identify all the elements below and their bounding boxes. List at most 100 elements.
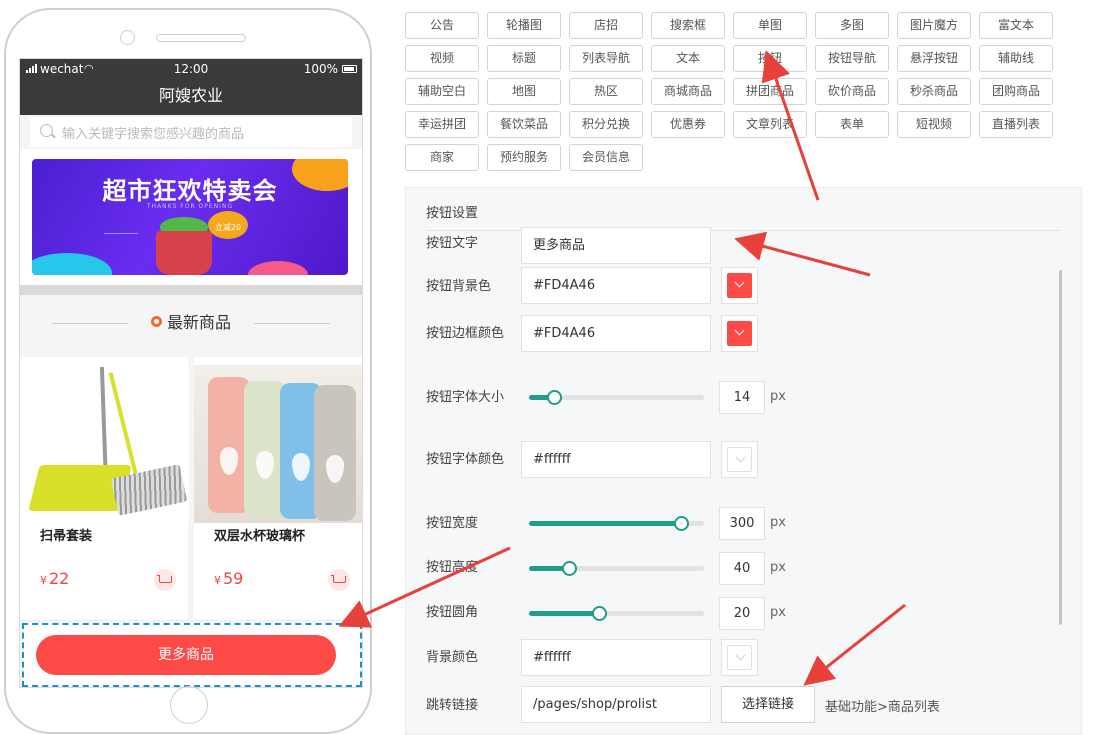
button-height-slider[interactable] <box>529 561 704 576</box>
component-button[interactable]: 积分兑换 <box>569 111 643 138</box>
product-image <box>194 365 362 523</box>
component-button[interactable]: 列表导航 <box>569 45 643 72</box>
component-button[interactable]: 秒杀商品 <box>897 78 971 105</box>
font-size-label: 按钮字体大小 <box>426 390 505 405</box>
component-button[interactable]: 单图 <box>733 12 807 39</box>
component-button[interactable]: 悬浮按钮 <box>897 45 971 72</box>
product-name: 扫帚套装 <box>40 529 93 544</box>
chevron-down-icon <box>727 273 752 298</box>
component-button[interactable]: 轮播图 <box>487 12 561 39</box>
component-button[interactable]: 砍价商品 <box>815 78 889 105</box>
component-button[interactable]: 会员信息 <box>569 144 643 171</box>
page-title: 阿嫂农业 <box>20 81 362 115</box>
button-border-color-picker[interactable] <box>721 315 758 352</box>
editor-root: wechat ◠ 12:00 100% 阿嫂农业 输入关键字搜索您感兴趣的商品 … <box>0 0 1100 735</box>
button-bg-color-label: 按钮背景色 <box>426 279 492 294</box>
product-card[interactable]: 双层水杯玻璃杯 ¥59 <box>194 357 362 619</box>
phone-screen: wechat ◠ 12:00 100% 阿嫂农业 输入关键字搜索您感兴趣的商品 … <box>19 58 363 688</box>
product-name: 双层水杯玻璃杯 <box>214 529 306 544</box>
component-button[interactable]: 按钮导航 <box>815 45 889 72</box>
slider-handle[interactable] <box>674 516 690 531</box>
banner-image: 超市狂欢特卖会 THANKS FOR OPENING 立减20 <box>32 159 348 275</box>
product-grid: 扫帚套装 ¥22 双层水杯玻璃杯 ¥59 <box>20 357 362 619</box>
component-button[interactable]: 餐饮菜品 <box>487 111 561 138</box>
button-width-label: 按钮宽度 <box>426 516 479 531</box>
button-settings-panel: 按钮设置 按钮文字 更多商品 按钮背景色 #FD4A46 按钮边框颜色 #FD4… <box>405 187 1082 735</box>
button-border-color-input[interactable]: #FD4A46 <box>521 315 711 352</box>
component-button[interactable]: 表单 <box>815 111 889 138</box>
component-button[interactable]: 搜索框 <box>651 12 725 39</box>
component-button[interactable]: 富文本 <box>979 12 1053 39</box>
button-width-slider[interactable] <box>529 516 704 531</box>
more-products-button[interactable]: 更多商品 <box>36 635 336 675</box>
font-size-slider[interactable] <box>529 390 704 405</box>
button-border-color-label: 按钮边框颜色 <box>426 326 505 341</box>
component-button[interactable]: 视频 <box>405 45 479 72</box>
component-button[interactable]: 幸运拼团 <box>405 111 479 138</box>
banner-slider[interactable]: 超市狂欢特卖会 THANKS FOR OPENING 立减20 <box>20 149 362 285</box>
cart-icon[interactable] <box>154 569 176 591</box>
component-button[interactable]: 文章列表 <box>733 111 807 138</box>
button-bg-color-picker[interactable] <box>721 267 758 304</box>
component-button[interactable]: 直播列表 <box>979 111 1053 138</box>
section-header: 最新商品 <box>20 309 362 339</box>
font-color-picker[interactable] <box>721 441 758 478</box>
component-button[interactable]: 图片魔方 <box>897 12 971 39</box>
component-button[interactable]: 拼团商品 <box>733 78 807 105</box>
panel-scrollbar[interactable] <box>1059 270 1062 625</box>
component-button[interactable]: 公告 <box>405 12 479 39</box>
basket-illustration <box>156 231 212 275</box>
component-button[interactable]: 按钮 <box>733 45 807 72</box>
button-text-input[interactable]: 更多商品 <box>521 227 711 264</box>
font-color-label: 按钮字体颜色 <box>426 452 505 467</box>
divider-strip <box>20 285 362 295</box>
cart-icon[interactable] <box>328 569 350 591</box>
phone-preview: wechat ◠ 12:00 100% 阿嫂农业 输入关键字搜索您感兴趣的商品 … <box>4 8 372 734</box>
panel-title: 按钮设置 <box>426 206 479 221</box>
button-component-selected[interactable]: 更多商品 <box>22 623 362 687</box>
background-color-input[interactable]: #ffffff <box>521 639 711 676</box>
button-bg-color-input[interactable]: #FD4A46 <box>521 267 711 304</box>
chevron-down-icon <box>727 321 752 346</box>
background-color-picker[interactable] <box>721 639 758 676</box>
button-radius-input[interactable]: 20 <box>719 597 765 630</box>
battery-percent: 100% <box>303 62 338 76</box>
link-input[interactable]: /pages/shop/prolist <box>521 686 711 723</box>
slider-handle[interactable] <box>592 606 607 621</box>
component-button[interactable]: 辅助空白 <box>405 78 479 105</box>
choose-link-button[interactable]: 选择链接 <box>721 686 815 723</box>
search-input[interactable]: 输入关键字搜索您感兴趣的商品 <box>30 117 352 147</box>
section-title: 最新商品 <box>166 313 231 332</box>
banner-title: 超市狂欢特卖会 <box>102 176 278 205</box>
link-label: 跳转链接 <box>426 698 479 713</box>
component-button[interactable]: 标题 <box>487 45 561 72</box>
background-color-label: 背景颜色 <box>426 650 479 665</box>
component-button[interactable]: 商城商品 <box>651 78 725 105</box>
slider-handle[interactable] <box>546 390 562 405</box>
chevron-down-icon <box>727 645 752 670</box>
search-icon <box>40 124 53 137</box>
slider-handle[interactable] <box>562 561 577 576</box>
button-height-input[interactable]: 40 <box>719 552 765 585</box>
component-button[interactable]: 优惠券 <box>651 111 725 138</box>
component-button[interactable]: 店招 <box>569 12 643 39</box>
component-button[interactable]: 预约服务 <box>487 144 561 171</box>
component-button[interactable]: 短视频 <box>897 111 971 138</box>
font-size-input[interactable]: 14 <box>719 381 765 414</box>
component-button[interactable]: 文本 <box>651 45 725 72</box>
component-button[interactable]: 地图 <box>487 78 561 105</box>
button-radius-label: 按钮圆角 <box>426 605 479 620</box>
component-button[interactable]: 商家 <box>405 144 479 171</box>
button-width-input[interactable]: 300 <box>719 507 765 540</box>
font-color-input[interactable]: #ffffff <box>521 441 711 478</box>
component-button[interactable]: 多图 <box>815 12 889 39</box>
button-radius-slider[interactable] <box>529 606 704 621</box>
component-button[interactable]: 辅助线 <box>979 45 1053 72</box>
component-button[interactable]: 团购商品 <box>979 78 1053 105</box>
product-price: ¥22 <box>40 569 70 588</box>
unit-label: px <box>770 515 786 530</box>
product-card[interactable]: 扫帚套装 ¥22 <box>20 357 189 619</box>
unit-label: px <box>770 560 786 575</box>
component-button[interactable]: 热区 <box>569 78 643 105</box>
link-description: 基础功能>商品列表 <box>825 700 940 715</box>
